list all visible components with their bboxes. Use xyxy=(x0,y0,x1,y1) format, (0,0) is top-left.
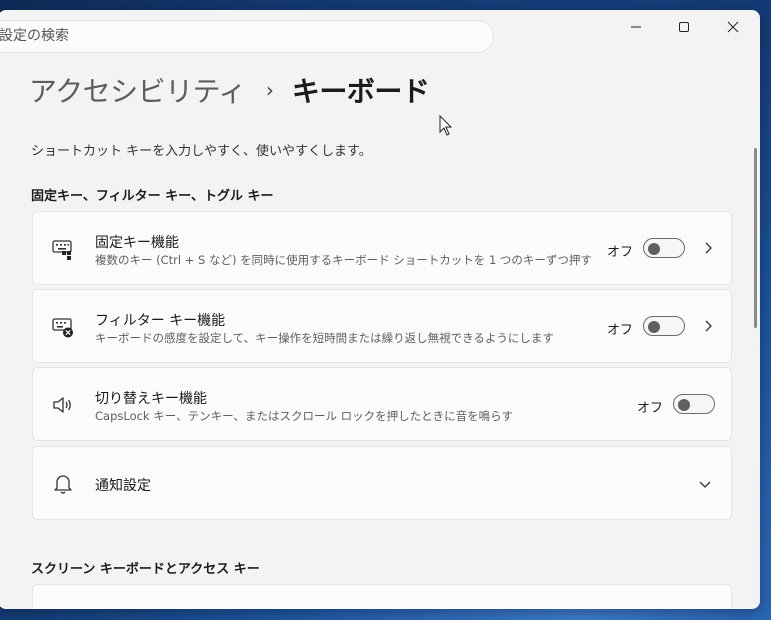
notification-settings-title: 通知設定 xyxy=(95,478,151,494)
toggle-keys-card: 切り替えキー機能 CapsLock キー、テンキー、またはスクロール ロックを押… xyxy=(32,367,732,441)
toggle-keys-title: 切り替えキー機能 xyxy=(95,391,207,407)
toggle-keys-toggle[interactable] xyxy=(673,394,715,414)
onscreen-keyboard-card[interactable] xyxy=(32,584,732,609)
scrollbar[interactable] xyxy=(754,148,757,328)
notification-settings-card[interactable]: 通知設定 xyxy=(32,446,732,520)
page-description: ショートカット キーを入力しやすく、使いやすくします。 xyxy=(31,144,372,159)
filter-keys-icon xyxy=(52,318,73,338)
filter-keys-toggle-label: オフ xyxy=(607,323,634,338)
toggle-knob xyxy=(678,399,690,411)
sticky-keys-icon xyxy=(52,240,72,260)
bell-icon xyxy=(54,475,72,494)
title-bar: 設定の検索 xyxy=(0,10,760,60)
search-input[interactable]: 設定の検索 xyxy=(0,20,494,53)
minimize-icon xyxy=(631,26,641,28)
sticky-keys-description: 複数のキー (Ctrl + S など) を同時に使用するキーボード ショートカッ… xyxy=(95,253,592,267)
breadcrumb-separator: › xyxy=(265,78,274,102)
chevron-down-icon[interactable] xyxy=(698,477,712,491)
sticky-keys-card[interactable]: 固定キー機能 複数のキー (Ctrl + S など) を同時に使用するキーボード… xyxy=(32,211,732,285)
chevron-right-icon[interactable] xyxy=(701,241,715,255)
chevron-right-icon[interactable] xyxy=(701,319,715,333)
toggle-knob xyxy=(648,243,660,255)
maximize-button[interactable] xyxy=(661,10,707,44)
sticky-keys-title: 固定キー機能 xyxy=(95,235,179,251)
toggle-keys-toggle-label: オフ xyxy=(637,401,664,416)
close-button[interactable] xyxy=(710,10,756,44)
sticky-keys-toggle-label: オフ xyxy=(607,245,634,260)
maximize-icon xyxy=(679,22,689,32)
section-title-onscreen-keyboard: スクリーン キーボードとアクセス キー xyxy=(31,562,260,577)
filter-keys-toggle[interactable] xyxy=(643,316,685,336)
breadcrumb-parent[interactable]: アクセシビリティ xyxy=(29,70,246,110)
close-icon xyxy=(727,21,739,33)
speaker-icon xyxy=(53,397,71,413)
section-title-keys: 固定キー、フィルター キー、トグル キー xyxy=(31,189,274,204)
filter-keys-description: キーボードの感度を設定して、キー操作を短時間または繰り返し無視できるようにします xyxy=(95,331,554,345)
toggle-keys-description: CapsLock キー、テンキー、またはスクロール ロックを押したときに音を鳴ら… xyxy=(95,409,513,423)
settings-window: 設定の検索 アクセシビリティ › キーボード ショートカット キーを入力しやすく… xyxy=(0,10,760,609)
toggle-knob xyxy=(648,321,660,333)
sticky-keys-toggle[interactable] xyxy=(643,238,685,258)
mouse-pointer-icon xyxy=(439,115,453,136)
page-title: キーボード xyxy=(291,75,430,108)
minimize-button[interactable] xyxy=(613,10,659,44)
filter-keys-card[interactable]: フィルター キー機能 キーボードの感度を設定して、キー操作を短時間または繰り返し… xyxy=(32,289,732,363)
filter-keys-title: フィルター キー機能 xyxy=(95,313,226,329)
breadcrumb: アクセシビリティ › キーボード xyxy=(29,68,430,112)
